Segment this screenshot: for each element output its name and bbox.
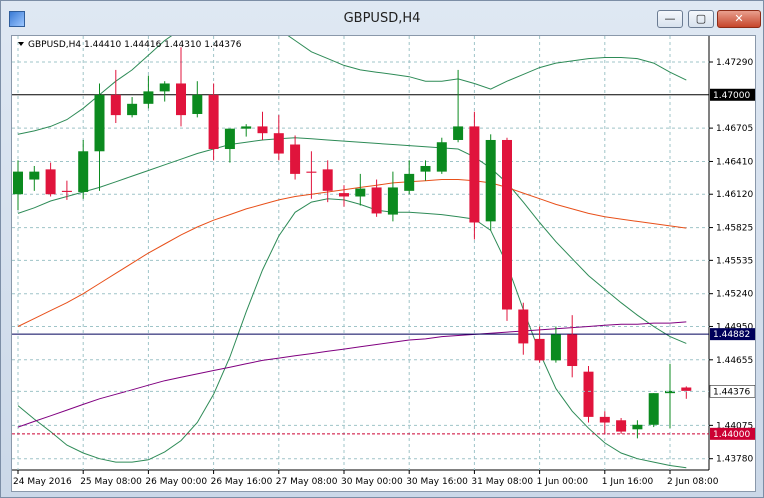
candle[interactable] xyxy=(13,171,23,195)
time-tick-label: 25 May 08:00 xyxy=(80,477,142,487)
current-price-label: 1.44376 xyxy=(713,387,750,397)
title-bar[interactable]: GBPUSD,H4 — ▢ ✕ xyxy=(1,1,763,35)
candle[interactable] xyxy=(143,91,154,104)
bollinger-mid-line xyxy=(17,137,687,344)
candle[interactable] xyxy=(322,169,333,191)
candle[interactable] xyxy=(339,193,349,197)
time-tick-label: 31 May 08:00 xyxy=(471,477,533,487)
candle[interactable] xyxy=(648,393,659,425)
price-tick-label: 1.45240 xyxy=(716,290,753,300)
price-tick-label: 1.47290 xyxy=(716,58,753,68)
candle[interactable] xyxy=(224,128,235,150)
h-line-3-price-label: 1.44000 xyxy=(713,430,750,440)
candle[interactable] xyxy=(208,94,219,150)
candle[interactable] xyxy=(518,309,529,344)
h-line-2-price-label: 1.44882 xyxy=(713,330,750,340)
candle[interactable] xyxy=(94,94,105,152)
bollinger-lower-line xyxy=(17,198,687,469)
candle[interactable] xyxy=(176,83,186,116)
candle[interactable] xyxy=(61,190,72,192)
candle[interactable] xyxy=(127,103,138,116)
maximize-button[interactable]: ▢ xyxy=(688,10,714,28)
candle[interactable] xyxy=(78,151,89,192)
price-tick-label: 1.43780 xyxy=(716,455,753,465)
candle[interactable] xyxy=(306,171,317,173)
time-tick-label: 2 Jun 08:00 xyxy=(667,477,719,487)
candle[interactable] xyxy=(355,188,366,197)
maximize-icon: ▢ xyxy=(695,12,707,25)
time-tick-label: 1 Jun 00:00 xyxy=(537,477,589,487)
candle[interactable] xyxy=(192,94,203,114)
candle[interactable] xyxy=(110,94,121,116)
price-chart[interactable]: 1.47290 1.46705 1.46410 1.46120 1.45825 1.455… xyxy=(12,36,755,491)
minimize-button[interactable]: — xyxy=(657,10,683,28)
window-title: GBPUSD,H4 xyxy=(343,11,421,26)
h-line-1-price-label: 1.47000 xyxy=(713,91,750,101)
time-tick-label: 27 May 08:00 xyxy=(276,477,338,487)
price-tick-label: 1.46120 xyxy=(716,190,753,200)
time-tick-label: 26 May 16:00 xyxy=(211,477,273,487)
price-tick-label: 1.46410 xyxy=(716,157,753,167)
candle[interactable] xyxy=(241,126,252,129)
candle[interactable] xyxy=(29,171,40,180)
ohlc-info-label: GBPUSD,H4 1.44410 1.44416 1.44310 1.4437… xyxy=(28,40,242,50)
candle[interactable] xyxy=(534,338,545,361)
close-icon: ✕ xyxy=(734,12,744,25)
candle[interactable] xyxy=(632,424,643,430)
chart-area[interactable]: 1.47290 1.46705 1.46410 1.46120 1.45825 1.455… xyxy=(11,35,756,492)
candle[interactable] xyxy=(45,169,56,195)
price-tick-label: 1.45535 xyxy=(716,256,753,266)
candle[interactable] xyxy=(290,144,301,174)
time-tick-label: 30 May 00:00 xyxy=(341,477,403,487)
moving-average-orange-line xyxy=(17,179,687,327)
candle[interactable] xyxy=(159,83,170,92)
close-button[interactable]: ✕ xyxy=(717,10,761,28)
candle[interactable] xyxy=(583,371,594,417)
time-tick-label: 1 Jun 16:00 xyxy=(602,477,654,487)
time-tick-label: 30 May 16:00 xyxy=(406,477,468,487)
candle[interactable] xyxy=(371,187,382,214)
candle[interactable] xyxy=(599,416,610,423)
time-tick-label: 24 May 2016 xyxy=(13,477,72,487)
price-tick-label: 1.45825 xyxy=(716,224,753,234)
price-tick-label: 1.46705 xyxy=(716,124,753,134)
candle[interactable] xyxy=(502,139,512,310)
candle[interactable] xyxy=(257,126,268,134)
candle[interactable] xyxy=(420,165,431,172)
candle[interactable] xyxy=(616,420,627,432)
minimize-icon: — xyxy=(664,12,676,25)
candle[interactable] xyxy=(453,126,464,140)
candle[interactable] xyxy=(567,334,578,367)
candle[interactable] xyxy=(404,173,415,191)
bollinger-upper-line xyxy=(17,36,687,135)
candle[interactable] xyxy=(550,334,561,361)
price-tick-label: 1.44655 xyxy=(716,356,753,366)
chart-window: GBPUSD,H4 — ▢ ✕ 1.47290 1.46705 1.46410 1.4… xyxy=(0,0,764,498)
candle[interactable] xyxy=(387,187,398,215)
candle[interactable] xyxy=(681,387,692,391)
time-tick-label: 26 May 00:00 xyxy=(145,477,207,487)
dropdown-triangle-icon[interactable] xyxy=(18,42,24,46)
candle[interactable] xyxy=(273,133,284,154)
candle[interactable] xyxy=(469,126,480,223)
candle[interactable] xyxy=(436,142,447,172)
candle[interactable] xyxy=(485,139,496,222)
